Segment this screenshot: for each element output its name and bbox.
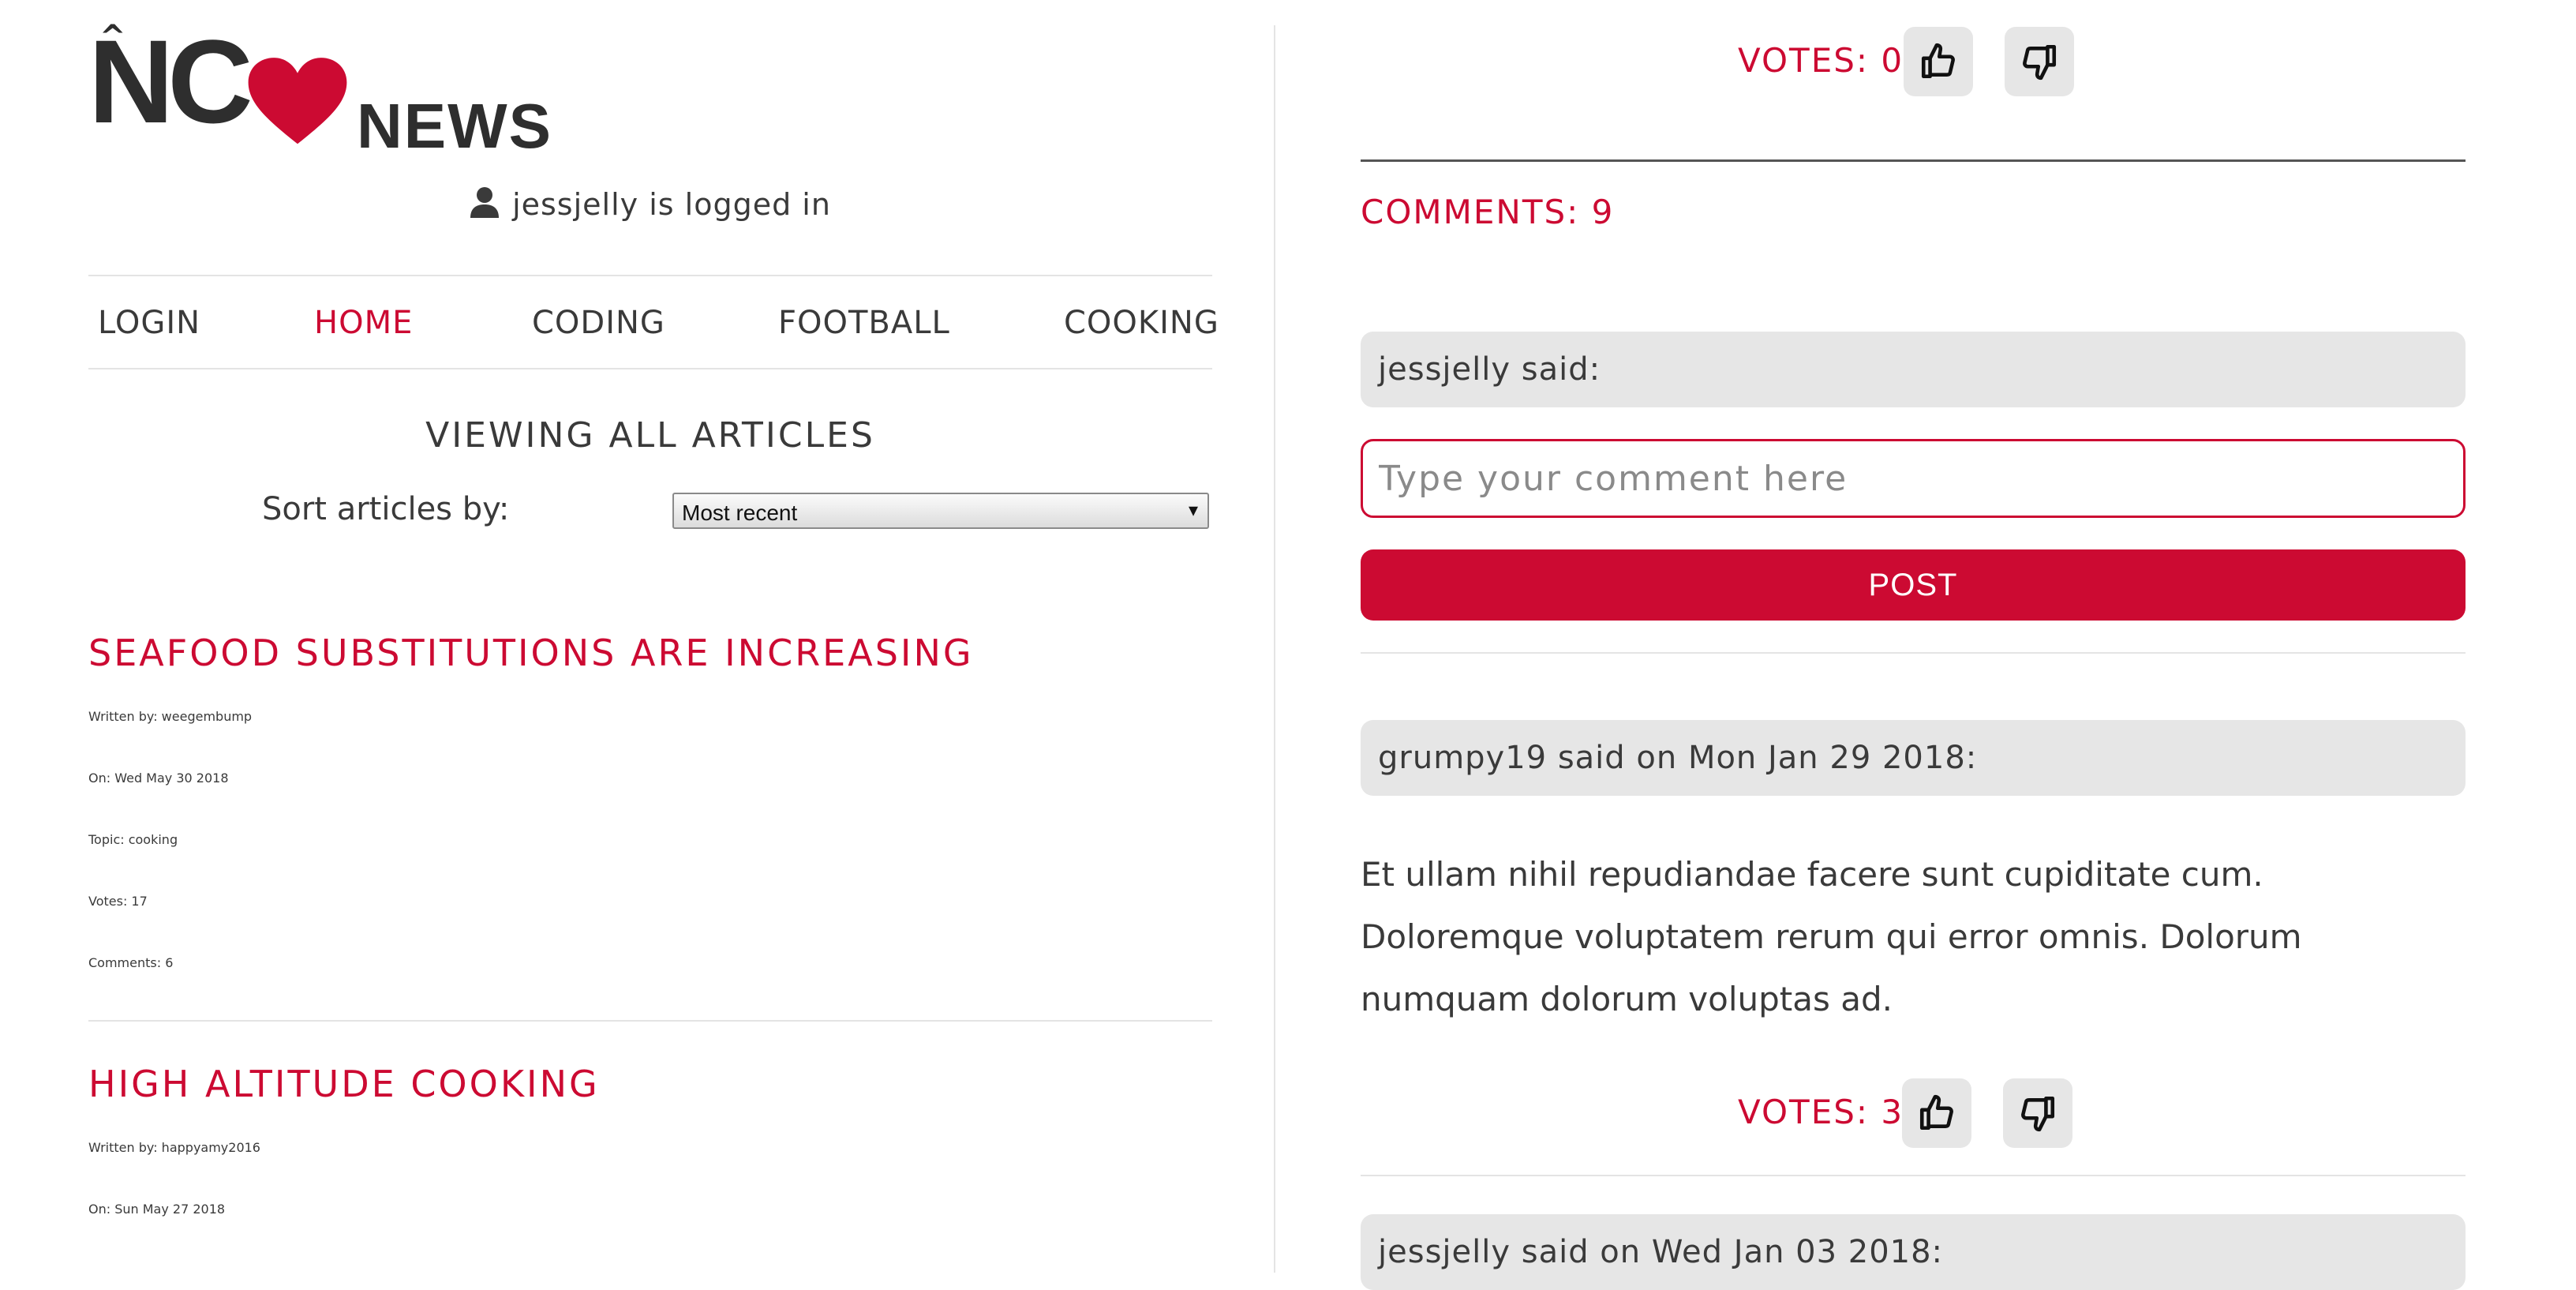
nav-coding[interactable]: CODING: [532, 305, 665, 341]
article-votes: Votes: 17: [88, 894, 148, 909]
nc-news-logo[interactable]: ^ NC NEWS: [88, 15, 593, 158]
logged-in-status: jessjelly is logged in: [88, 186, 1212, 231]
comment-header: grumpy19 said on Mon Jan 29 2018:: [1361, 720, 2466, 796]
sort-select[interactable]: Most recent ▾: [672, 493, 1209, 529]
logo-nc-text: NC: [88, 15, 253, 148]
article-divider: [88, 1020, 1212, 1022]
article-author: Written by: happyamy2016: [88, 1140, 260, 1155]
new-comment-author: jessjelly said:: [1361, 332, 2466, 407]
article-comments: Comments: 6: [88, 955, 174, 970]
comment-downvote-button[interactable]: [2003, 1078, 2072, 1148]
article-author: Written by: weegembump: [88, 709, 253, 724]
thumbs-down-icon: [2021, 1096, 2055, 1132]
thumbs-up-icon: [1921, 43, 1955, 79]
topic-nav: LOGIN HOME CODING FOOTBALL COOKING: [88, 275, 1219, 369]
article-topic: Topic: cooking: [88, 832, 178, 847]
article-date: On: Wed May 30 2018: [88, 771, 229, 786]
comment-input[interactable]: [1361, 439, 2466, 518]
comment-votes-row: VOTES: 3: [1361, 1077, 2466, 1148]
nav-cooking[interactable]: COOKING: [1064, 305, 1219, 341]
comment-divider: [1361, 1175, 2466, 1176]
comments-count: COMMENTS: 9: [1361, 193, 1615, 231]
article-title[interactable]: SEAFOOD SUBSTITUTIONS ARE INCREASING: [88, 632, 1212, 674]
comment-votes-label: VOTES: 3: [1738, 1093, 1904, 1131]
article-date: On: Sun May 27 2018: [88, 1202, 226, 1217]
user-icon: [470, 187, 500, 218]
downvote-button[interactable]: [2005, 27, 2074, 96]
comment-line: Et ullam nihil repudiandae facere sunt c…: [1361, 855, 2263, 894]
article-votes-row: VOTES: 0: [1361, 25, 2466, 96]
article-card: HIGH ALTITUDE COOKING: [88, 1063, 1212, 1105]
article-detail-column: VOTES: 0 COMMENTS: 9 jessjelly said: POS…: [1361, 0, 2466, 1290]
article-card: SEAFOOD SUBSTITUTIONS ARE INCREASING: [88, 632, 1212, 674]
dropdown-arrow-icon: ▾: [1188, 500, 1198, 521]
upvote-button[interactable]: [1904, 27, 1973, 96]
column-divider: [1274, 25, 1275, 1273]
comment-header: jessjelly said on Wed Jan 03 2018:: [1361, 1214, 2466, 1290]
logo-news-text: NEWS: [357, 91, 552, 161]
thumbs-down-icon: [2023, 44, 2057, 81]
articles-column: ^ NC NEWS jessjelly is logged in LOGIN H…: [88, 0, 1219, 1288]
logged-in-text: jessjelly is logged in: [512, 187, 831, 222]
thumbs-up-icon: [1919, 1094, 1953, 1131]
heart-icon: [248, 58, 347, 144]
post-comment-button[interactable]: POST: [1361, 549, 2466, 621]
comment-upvote-button[interactable]: [1902, 1078, 1971, 1148]
nav-home[interactable]: HOME: [314, 305, 413, 341]
sort-selected-value: Most recent: [682, 501, 798, 525]
comment-line: numquam dolorum voluptas ad.: [1361, 980, 1893, 1018]
section-divider: [1361, 159, 2466, 162]
comment-body: Et ullam nihil repudiandae facere sunt c…: [1361, 843, 2466, 1030]
nav-login[interactable]: LOGIN: [98, 305, 200, 341]
comment-line: Doloremque voluptatem rerum qui error om…: [1361, 917, 2302, 956]
sort-label: Sort articles by:: [262, 491, 510, 527]
article-title[interactable]: HIGH ALTITUDE COOKING: [88, 1063, 1212, 1105]
page-heading: VIEWING ALL ARTICLES: [425, 415, 875, 456]
comment-divider: [1361, 652, 2466, 654]
article-votes-label: VOTES: 0: [1738, 41, 1904, 80]
nav-football[interactable]: FOOTBALL: [778, 305, 950, 341]
